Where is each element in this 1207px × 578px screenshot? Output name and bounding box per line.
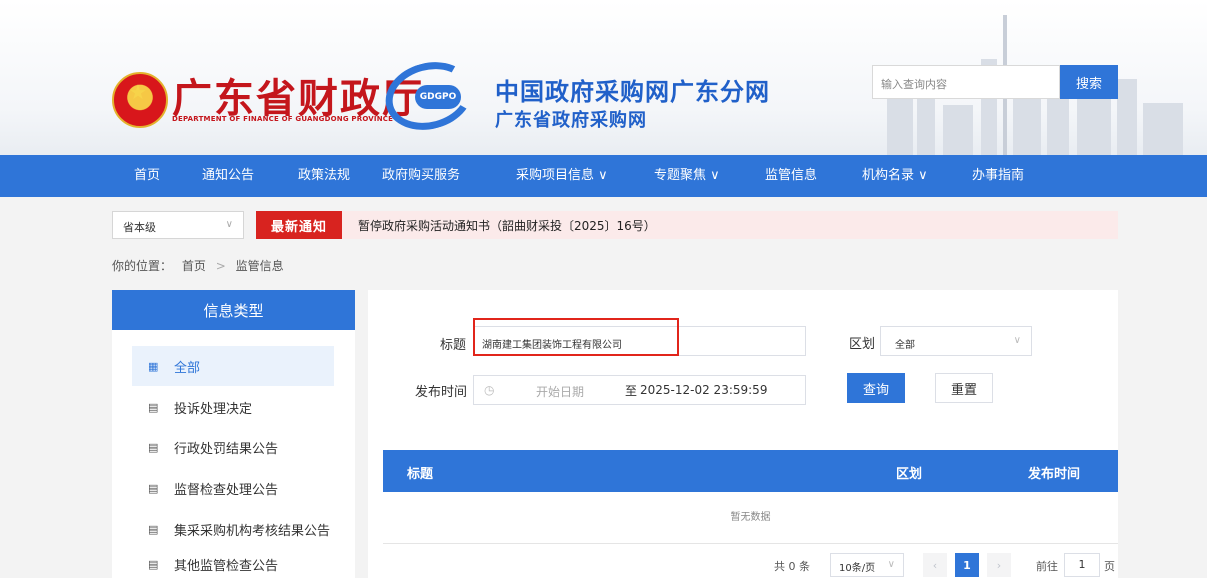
results-table-header: 标题 区划 发布时间 [383,450,1118,492]
dept-name-en: DEPARTMENT OF FINANCE OF GUANGDONG PROVI… [172,115,394,123]
title-label: 标题 [440,338,467,353]
sidebar-item-penalty-results[interactable]: ▤ 行政处罚结果公告 [132,427,334,467]
sidebar-item-label: 全部 [174,360,201,376]
region-select[interactable]: 省本级 ∨ [112,211,244,239]
page-size-select[interactable]: 10条/页 ∨ [830,553,904,577]
sidebar-item-agency-assessment[interactable]: ▤ 集采采购机构考核结果公告 [132,509,334,549]
sidebar-item-other-inspections[interactable]: ▤ 其他监管检查公告 [132,550,334,578]
clock-icon: ◷ [484,383,495,397]
end-date-input[interactable]: 2025-12-02 23:59:59 [640,383,767,397]
sidebar-title: 信息类型 [112,290,355,330]
chevron-down-icon: ∨ [225,219,233,230]
title-input-highlight [473,318,679,356]
national-emblem-icon [112,72,168,128]
document-icon: ▤ [148,557,159,571]
page-size-value: 10条/页 [839,563,876,574]
pagination-total: 共 0 条 [774,560,810,573]
nav-policies[interactable]: 政策法规 [298,155,350,197]
region-select-value: 省本级 [123,221,156,234]
main-nav: 首页 通知公告 政策法规 政府购买服务 采购项目信息 ∨ 专题聚焦 ∨ 监管信息… [0,155,1207,197]
document-icon: ▤ [148,522,159,536]
prev-page-button[interactable]: ‹ [923,553,947,577]
nav-gov-services[interactable]: 政府购买服务 [382,155,460,197]
sidebar-item-inspection-results[interactable]: ▤ 监督检查处理公告 [132,468,334,508]
sidebar-item-label: 集采采购机构考核结果公告 [174,523,331,539]
page-unit-label: 页 [1104,560,1115,573]
empty-state: 暂无数据 [383,492,1118,544]
nav-supervision[interactable]: 监管信息 [765,155,817,197]
document-icon: ▤ [148,440,159,454]
latest-notice-tag: 最新通知 [256,211,342,239]
sidebar-item-label: 监督检查处理公告 [174,482,279,498]
column-area: 区划 [896,467,923,482]
gdgpo-badge: GDGPO [415,85,461,109]
header-banner: 广东省财政厅 DEPARTMENT OF FINANCE OF GUANGDON… [0,0,1207,155]
breadcrumb-home[interactable]: 首页 [182,259,206,273]
breadcrumb-current: 监管信息 [235,259,284,273]
nav-directory[interactable]: 机构名录 ∨ [862,155,928,197]
column-title: 标题 [407,467,434,482]
sidebar-item-label: 其他监管检查公告 [174,558,279,574]
search-input[interactable]: 输入查询内容 [872,65,1060,99]
breadcrumb-prefix: 你的位置： [112,259,173,273]
chevron-down-icon: ∨ [887,559,895,570]
document-icon: ▤ [148,481,159,495]
sidebar-item-label: 行政处罚结果公告 [174,441,279,457]
area-select[interactable]: 全部 ∨ [880,326,1032,356]
nav-notices[interactable]: 通知公告 [202,155,254,197]
date-range-picker[interactable]: ◷ 开始日期 至 2025-12-02 23:59:59 [473,375,806,405]
grid-icon: ▦ [148,359,159,373]
breadcrumb: 你的位置： 首页 > 监管信息 [112,257,290,274]
goto-label: 前往 [1036,560,1058,573]
goto-page-input[interactable]: 1 [1064,553,1100,577]
nav-guide[interactable]: 办事指南 [972,155,1024,197]
nav-procurement-info[interactable]: 采购项目信息 ∨ [516,155,608,197]
search-button[interactable]: 搜索 [1060,65,1118,99]
sidebar-item-all[interactable]: ▦ 全部 [132,346,334,386]
document-icon: ▤ [148,400,159,414]
site-subtitle: 广东省政府采购网 [495,110,647,131]
date-separator: 至 [625,384,638,398]
page-button-current[interactable]: 1 [955,553,979,577]
next-page-button[interactable]: › [987,553,1011,577]
nav-home[interactable]: 首页 [134,155,160,197]
breadcrumb-separator-icon: > [215,259,226,273]
notice-ticker[interactable]: 暂停政府采购活动通知书（韶曲财采投〔2025〕16号） [342,211,1118,239]
area-select-value: 全部 [895,340,915,351]
nav-topics[interactable]: 专题聚焦 ∨ [654,155,720,197]
column-publish-date: 发布时间 [1028,467,1081,482]
reset-button[interactable]: 重置 [935,373,993,403]
sidebar-item-complaint-decisions[interactable]: ▤ 投诉处理决定 [132,387,334,427]
area-label: 区划 [849,337,876,352]
query-button[interactable]: 查询 [847,373,905,403]
publish-date-label: 发布时间 [415,385,468,400]
sidebar-item-label: 投诉处理决定 [174,401,253,417]
site-title[interactable]: 中国政府采购网广东分网 [495,72,770,107]
chevron-down-icon: ∨ [1013,335,1021,346]
start-date-input[interactable]: 开始日期 [536,383,584,400]
